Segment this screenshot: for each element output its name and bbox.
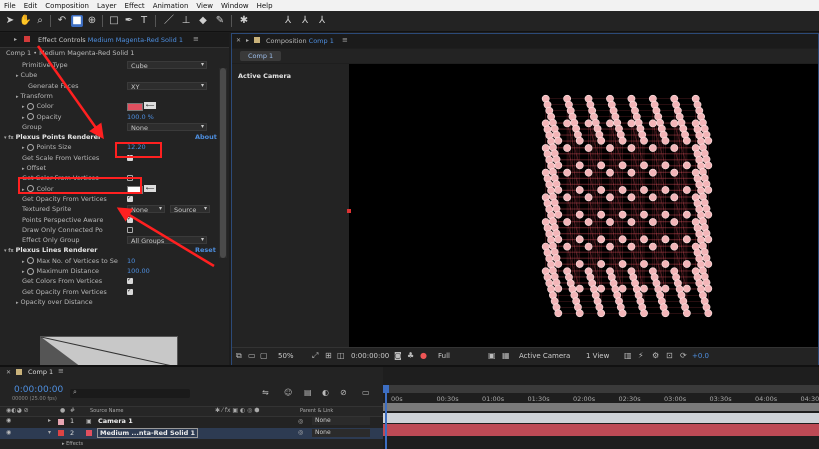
annotation-arrow-2	[121, 210, 214, 266]
annotation-arrows	[0, 0, 819, 447]
annotation-arrow-1	[38, 46, 101, 135]
